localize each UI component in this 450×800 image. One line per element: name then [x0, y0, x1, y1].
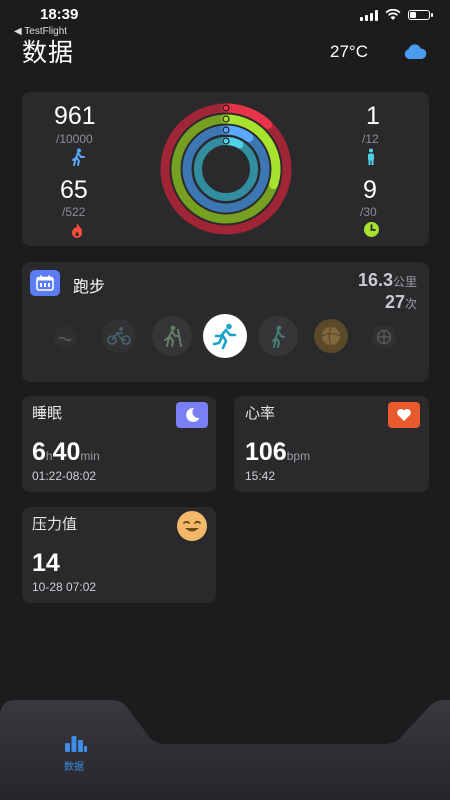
heart-time: 15:42 [245, 469, 276, 483]
walk-icon [72, 148, 85, 166]
stress-card[interactable]: 压力值 14 10-28 07:02 [22, 507, 216, 603]
signal-icon [360, 9, 378, 21]
stress-title: 压力值 [32, 515, 78, 533]
cloud-icon[interactable] [402, 43, 428, 61]
running-icon[interactable] [203, 314, 247, 358]
status-time: 18:39 [40, 6, 79, 23]
activity-rings[interactable] [156, 99, 296, 239]
wifi-icon [385, 9, 401, 20]
bar-chart-icon [65, 736, 87, 752]
page-title: 数据 [22, 38, 75, 67]
calories-value: 65 [60, 176, 88, 204]
sleep-range: 01:22-08:02 [32, 469, 97, 483]
count-unit: 次 [404, 297, 417, 311]
sport-count: 27次 [385, 292, 417, 313]
activity-card[interactable]: 961 /10000 65 /522 1 /12 9 /30 [22, 92, 429, 246]
stand-goal: /12 [362, 132, 379, 146]
sleep-minutes: 40 [52, 438, 81, 466]
heart-value: 106 [245, 438, 287, 466]
calendar-icon [30, 270, 60, 296]
exercise-goal: /30 [360, 205, 377, 219]
sleep-hours: 6 [32, 438, 46, 466]
swim-icon[interactable] [54, 326, 76, 348]
sport-distance: 16.3公里 [358, 270, 417, 291]
heart-value-row: 106bpm [245, 438, 310, 467]
heart-unit: bpm [286, 449, 311, 463]
flame-icon [72, 223, 83, 238]
temperature: 27°C [330, 42, 368, 61]
steps-goal: /10000 [56, 132, 93, 146]
exercise-value: 9 [363, 176, 377, 204]
running-card[interactable]: 跑步 16.3公里 27次 [22, 262, 429, 382]
basketball-icon[interactable] [372, 325, 396, 349]
sleep-min-unit: min [80, 449, 100, 463]
ring-stand-track [194, 137, 258, 201]
status-icons [360, 9, 433, 21]
stand-icon [368, 148, 374, 165]
battery-icon [408, 10, 433, 20]
smile-icon [177, 511, 207, 541]
steps-value: 961 [54, 102, 96, 130]
heart-rate-card[interactable]: 心率 106bpm 15:42 [234, 396, 429, 492]
heart-title: 心率 [245, 404, 276, 422]
calories-goal: /522 [62, 205, 86, 219]
tab-data-label[interactable]: 数据 [64, 758, 84, 773]
sleep-card[interactable]: 睡眠 6h40min 01:22-08:02 [22, 396, 216, 492]
stress-value: 14 [32, 549, 60, 577]
hiking-icon[interactable] [152, 316, 192, 356]
ball-icon[interactable] [314, 319, 348, 353]
sleep-duration: 6h40min [32, 438, 100, 467]
distance-value: 16.3 [357, 270, 393, 290]
sleep-title: 睡眠 [32, 404, 63, 422]
heart-icon [388, 402, 420, 428]
stress-time: 10-28 07:02 [32, 580, 97, 594]
count-value: 27 [384, 292, 405, 312]
sleep-h-unit: h [45, 449, 53, 463]
distance-unit: 公里 [392, 275, 417, 289]
clock-icon [364, 222, 379, 237]
moon-icon [176, 402, 208, 428]
sport-title: 跑步 [73, 277, 106, 296]
cycling-icon[interactable] [102, 319, 136, 353]
walking-icon[interactable] [258, 316, 298, 356]
stand-value: 1 [366, 102, 380, 130]
